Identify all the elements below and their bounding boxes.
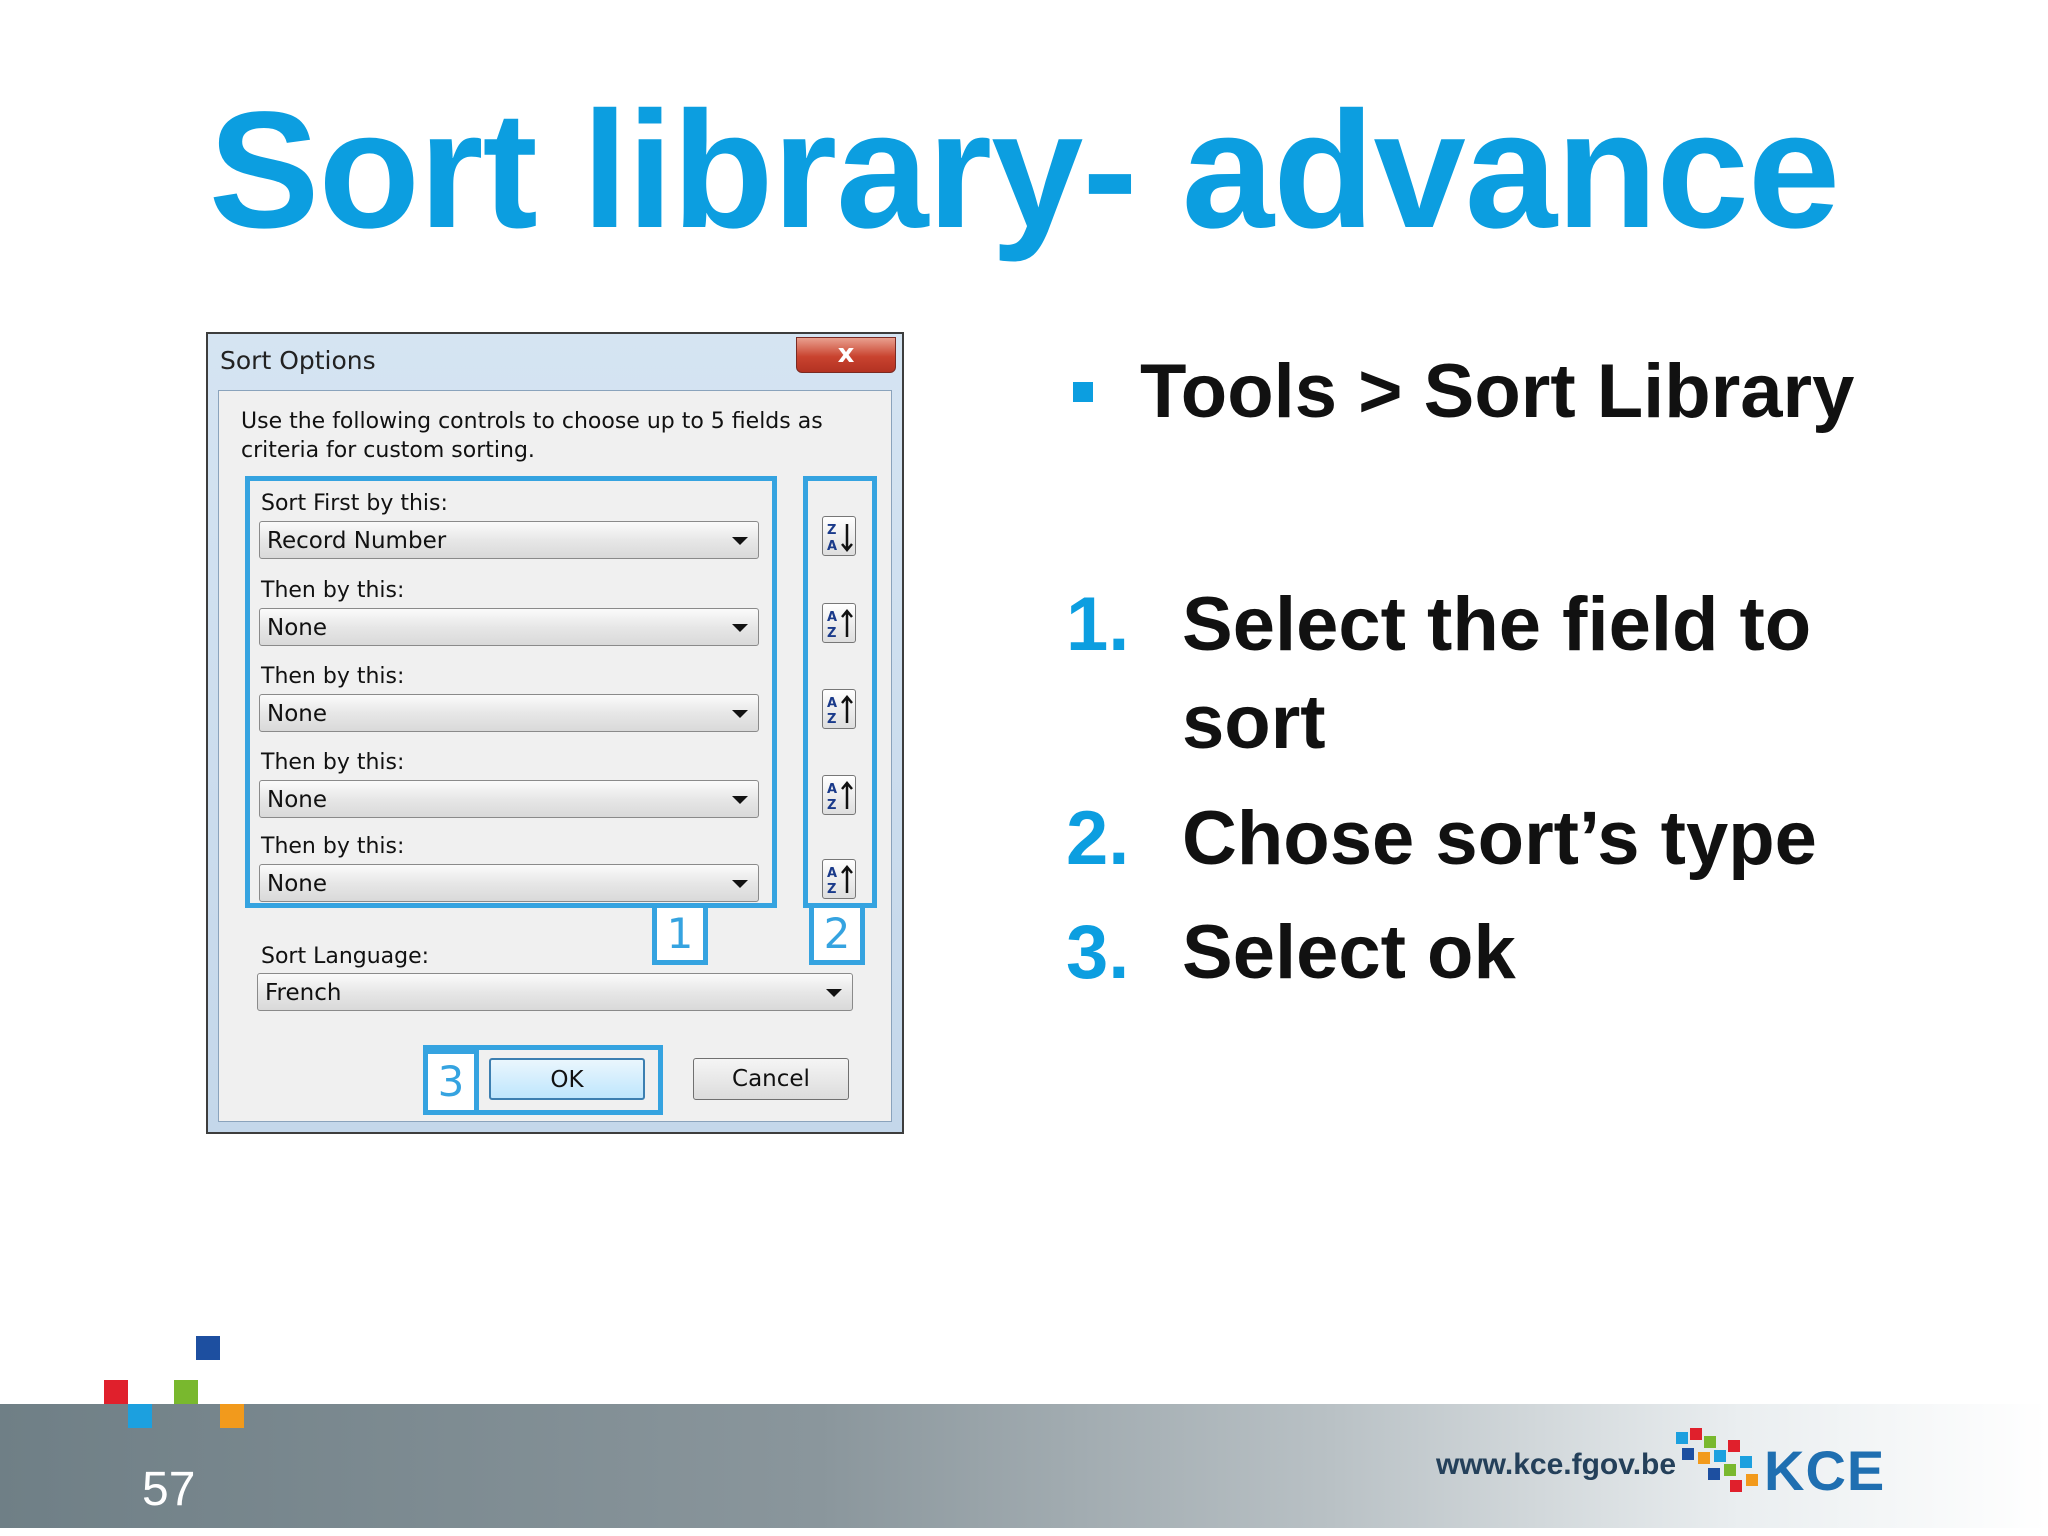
cancel-button[interactable]: Cancel: [693, 1058, 849, 1100]
page-number: 57: [142, 1463, 196, 1516]
step-3-number: 3.: [1066, 910, 1130, 995]
callout-box-fields: [245, 476, 777, 908]
callout-box-sort-order: [803, 476, 877, 908]
bullet-tools-path: Tools > Sort Library: [1140, 349, 1855, 434]
sort-language-value: French: [265, 980, 342, 1006]
kce-logo-text: KCE: [1764, 1439, 1886, 1502]
decorative-square: [196, 1336, 220, 1360]
close-button[interactable]: x: [796, 337, 896, 373]
dialog-instructions: Use the following controls to choose up …: [241, 409, 823, 463]
callout-number-3: 3: [423, 1049, 479, 1115]
step-2-number: 2.: [1066, 796, 1130, 881]
close-icon: x: [837, 339, 855, 369]
decorative-square: [104, 1380, 128, 1404]
chevron-down-icon: [826, 989, 842, 997]
decorative-square: [174, 1380, 198, 1404]
bullet-marker: [1073, 382, 1093, 402]
footer-url: www.kce.fgov.be: [1436, 1448, 1677, 1481]
step-1-number: 1.: [1066, 582, 1130, 667]
callout-number-2: 2: [809, 903, 865, 965]
step-3-text: Select ok: [1182, 910, 1516, 995]
dialog-title: Sort Options: [220, 346, 376, 375]
kce-logo-icon: [1676, 1428, 1758, 1492]
step-2-text: Chose sort’s type: [1182, 796, 1817, 881]
step-1-text: Select the field to sort: [1182, 582, 1812, 765]
slide-title: Sort library- advance: [208, 78, 1840, 263]
sort-language-label: Sort Language:: [261, 944, 430, 969]
sort-language-select[interactable]: French: [257, 973, 853, 1011]
callout-number-1: 1: [652, 903, 708, 965]
dialog-body: Use the following controls to choose up …: [218, 390, 892, 1122]
decorative-square: [220, 1404, 244, 1428]
sort-options-dialog: Sort Options x Use the following control…: [206, 332, 904, 1134]
decorative-square: [128, 1404, 152, 1428]
